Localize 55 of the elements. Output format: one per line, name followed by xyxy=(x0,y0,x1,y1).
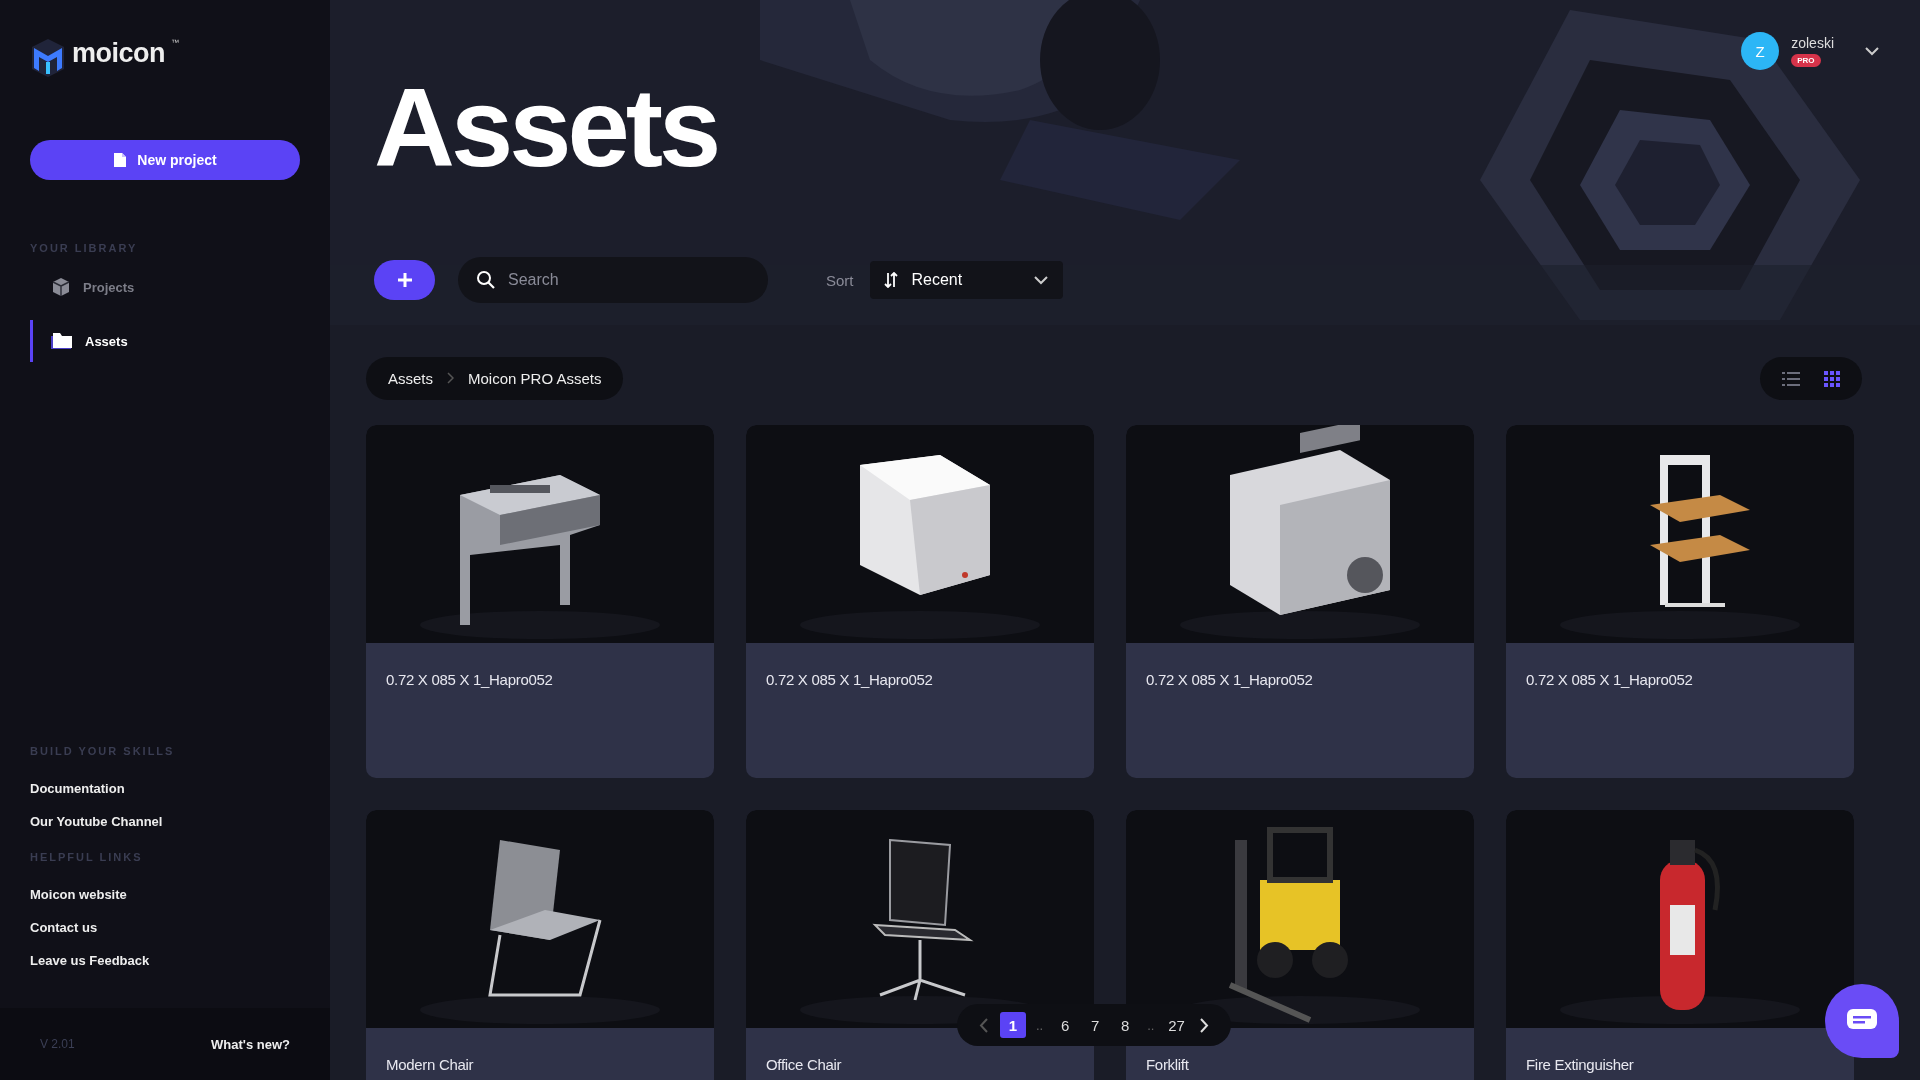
asset-card[interactable]: Fire Extinguisher xyxy=(1506,810,1854,1080)
sidebar-link[interactable]: Contact us xyxy=(30,920,98,935)
asset-card[interactable]: 0.72 X 085 X 1_Hapro052 xyxy=(1506,425,1854,778)
page-button[interactable]: 1 xyxy=(1000,1012,1026,1038)
version-label: V 2.01 xyxy=(40,1037,75,1051)
section-heading: YOUR LIBRARY xyxy=(30,242,139,254)
page-ellipsis: .. xyxy=(1035,1017,1045,1033)
plus-icon xyxy=(396,272,413,288)
sort-icon xyxy=(883,272,898,288)
grid-view-button[interactable] xyxy=(1824,370,1840,387)
page-button[interactable]: 27 xyxy=(1164,1013,1189,1037)
sidebar-link[interactable]: Documentation xyxy=(30,781,125,796)
sidebar-link[interactable]: Moicon website xyxy=(30,887,127,902)
trademark-mark: ™ xyxy=(171,38,179,47)
grid-icon xyxy=(1824,370,1840,387)
section-heading: BUILD YOUR SKILLS xyxy=(30,745,175,757)
asset-title: Modern Chair xyxy=(386,1056,474,1073)
sidebar-item[interactable]: Projects xyxy=(30,266,145,308)
sort-label: Sort xyxy=(826,271,854,289)
page-button[interactable]: 6 xyxy=(1053,1013,1078,1037)
chevron-down-icon xyxy=(1864,46,1880,56)
new-project-button[interactable]: New project xyxy=(30,140,300,180)
search-icon xyxy=(476,270,496,290)
search-field[interactable]: Search xyxy=(458,257,768,303)
breadcrumb-link[interactable]: Moicon PRO Assets xyxy=(468,370,602,387)
sidebar-link[interactable]: Leave us Feedback xyxy=(30,953,150,968)
whats-new-link[interactable]: What's new? xyxy=(211,1036,290,1052)
section-heading: HELPFUL LINKS xyxy=(30,851,143,863)
asset-title: Fire Extinguisher xyxy=(1526,1056,1634,1073)
asset-card[interactable]: 0.72 X 085 X 1_Hapro052 xyxy=(366,425,714,778)
user-name: zoleski xyxy=(1791,35,1834,51)
asset-card[interactable]: Modern Chair xyxy=(366,810,714,1080)
asset-title: Forklift xyxy=(1146,1056,1189,1073)
sidebar-item[interactable]: Assets xyxy=(30,320,138,362)
logo-icon xyxy=(30,38,66,78)
plan-badge: PRO xyxy=(1791,54,1821,67)
sidebar-link[interactable]: Our Youtube Channel xyxy=(30,814,163,829)
asset-card[interactable]: 0.72 X 085 X 1_Hapro052 xyxy=(746,425,1094,778)
sort-dropdown[interactable]: Recent xyxy=(869,261,1063,299)
file-icon xyxy=(113,152,128,168)
asset-title: 0.72 X 085 X 1_Hapro052 xyxy=(386,671,553,688)
asset-title: Office Chair xyxy=(766,1056,842,1073)
asset-card[interactable]: 0.72 X 085 X 1_Hapro052 xyxy=(1126,425,1474,778)
asset-title: 0.72 X 085 X 1_Hapro052 xyxy=(1526,671,1693,688)
asset-title: 0.72 X 085 X 1_Hapro052 xyxy=(766,671,933,688)
asset-title: 0.72 X 085 X 1_Hapro052 xyxy=(1146,671,1313,688)
cube-icon xyxy=(51,277,71,297)
chevron-down-icon xyxy=(1032,275,1049,285)
breadcrumb-link[interactable]: Assets xyxy=(388,370,433,387)
logo-text: moicon xyxy=(72,38,165,69)
folder-icon xyxy=(51,332,73,350)
list-view-button[interactable] xyxy=(1782,371,1800,386)
list-icon xyxy=(1782,371,1800,386)
page-title: Assets xyxy=(374,64,718,184)
page-ellipsis: .. xyxy=(1146,1017,1156,1033)
